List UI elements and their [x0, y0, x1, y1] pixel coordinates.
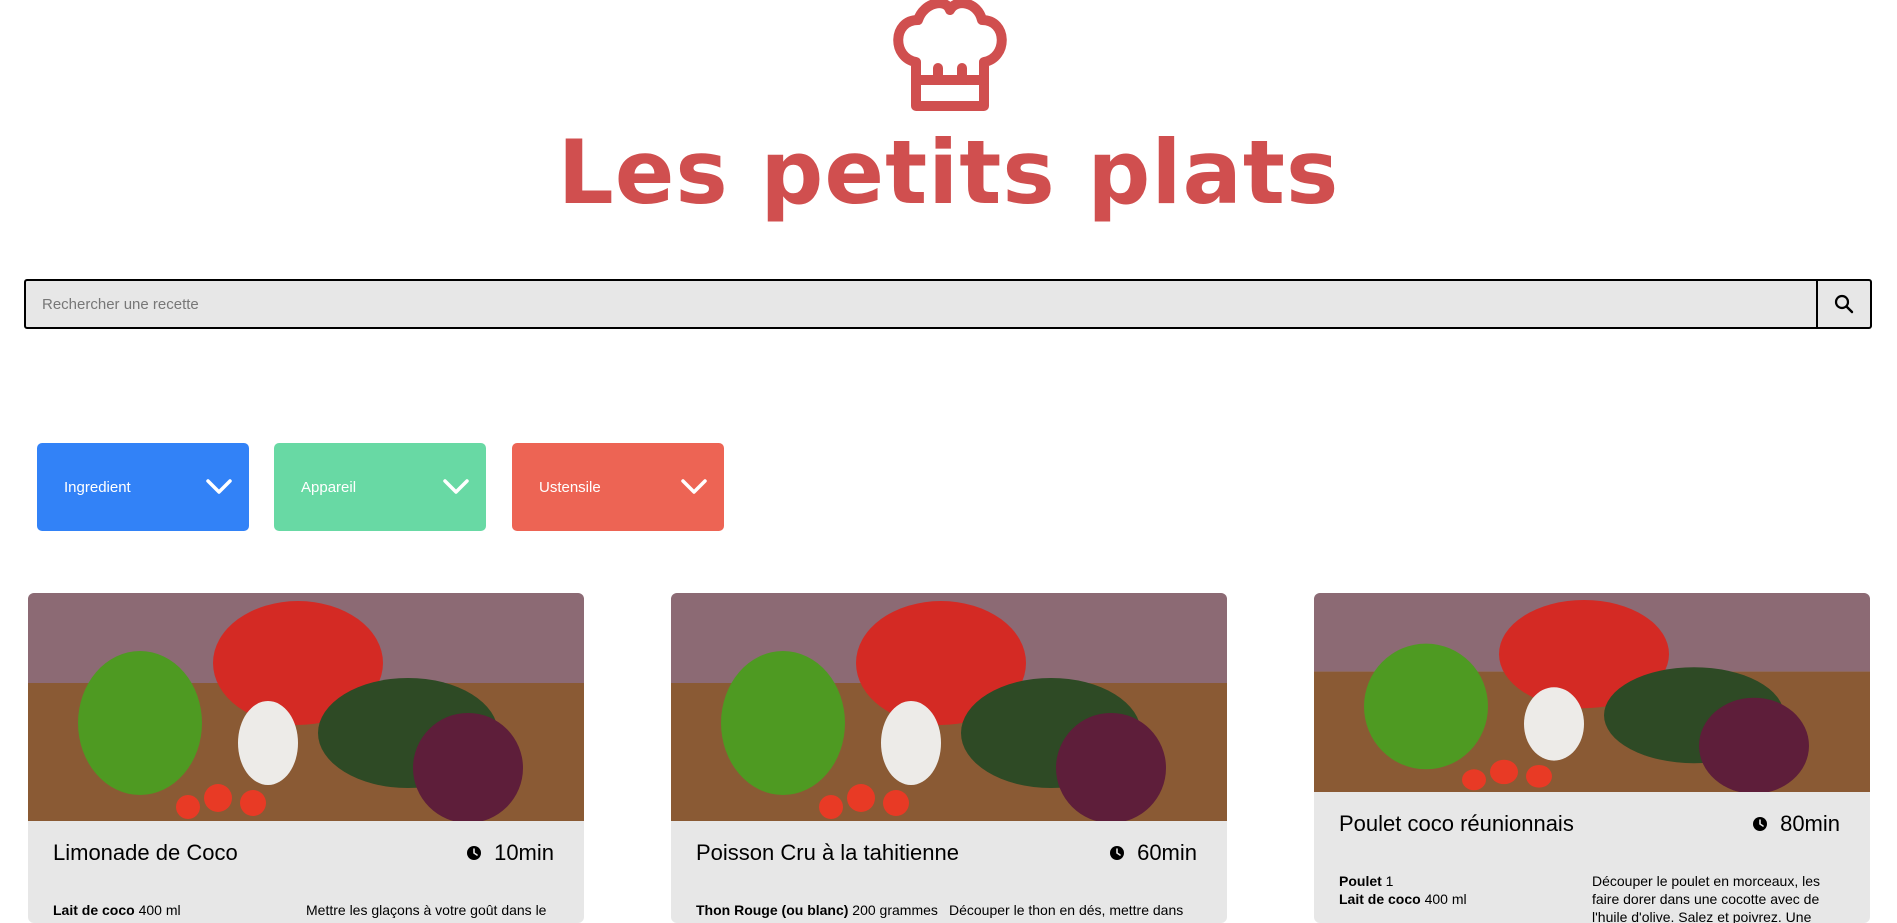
- ingredient-name: Poulet: [1339, 873, 1382, 889]
- recipe-image: [671, 593, 1227, 821]
- recipe-card[interactable]: Poisson Cru à la tahitienne 60min Thon R…: [671, 593, 1227, 923]
- recipe-card[interactable]: Poulet coco réunionnais 80min Poulet 1 L…: [1314, 593, 1870, 923]
- ingredient-name: Thon Rouge (ou blanc): [696, 902, 849, 918]
- clock-icon: [1753, 817, 1768, 831]
- recipe-time-value: 60min: [1137, 840, 1197, 865]
- ingredient-quantity: 400 ml: [1420, 891, 1467, 907]
- clock-icon: [1110, 846, 1125, 860]
- ingredient-name: Lait de coco: [53, 902, 135, 918]
- filter-ustensile-label: Ustensile: [539, 478, 601, 496]
- search-input[interactable]: [26, 281, 1816, 327]
- chef-hat-icon: [893, 0, 1007, 111]
- recipe-title: Poulet coco réunionnais: [1339, 811, 1574, 836]
- search-button[interactable]: [1816, 281, 1870, 327]
- ingredient-item: Thon Rouge (ou blanc) 200 grammes: [696, 901, 941, 919]
- logo-title: Les petits plats: [557, 121, 1340, 224]
- chevron-down-icon: [443, 479, 469, 494]
- recipe-description: Mettre les glaçons à votre goût dans le: [306, 902, 547, 918]
- filter-ingredient[interactable]: Ingredient: [37, 443, 249, 531]
- ingredient-name: Lait de coco: [1339, 891, 1421, 907]
- recipe-description: Découper le poulet en morceaux, les fair…: [1592, 873, 1821, 923]
- recipe-ingredients: Poulet 1 Lait de coco 400 ml: [1339, 872, 1584, 908]
- ingredient-item: Lait de coco 400 ml: [53, 901, 298, 919]
- ingredient-quantity: 400 ml: [134, 902, 181, 918]
- recipe-title: Limonade de Coco: [53, 840, 238, 865]
- chevron-down-icon: [681, 479, 707, 494]
- chevron-down-icon: [206, 479, 232, 494]
- filter-ustensile[interactable]: Ustensile: [512, 443, 724, 531]
- ingredient-item: Poulet 1: [1339, 872, 1584, 890]
- filter-appareil[interactable]: Appareil: [274, 443, 486, 531]
- recipe-time: 10min: [466, 839, 554, 867]
- recipe-ingredients: Lait de coco 400 ml: [53, 901, 298, 919]
- search-icon: [1834, 294, 1854, 314]
- ingredient-item: Lait de coco 400 ml: [1339, 890, 1584, 908]
- ingredient-quantity: 200 grammes: [848, 902, 938, 918]
- recipe-image: [1314, 593, 1870, 792]
- filter-appareil-label: Appareil: [301, 478, 357, 496]
- search-bar: [24, 279, 1872, 329]
- recipe-card[interactable]: Limonade de Coco 10min Lait de coco 400 …: [28, 593, 584, 923]
- recipe-description: Découper le thon en dés, mettre dans: [949, 902, 1184, 918]
- recipe-image: [28, 593, 584, 821]
- recipe-time-value: 10min: [494, 840, 554, 865]
- recipe-time-value: 80min: [1780, 811, 1840, 836]
- recipe-title: Poisson Cru à la tahitienne: [696, 840, 959, 865]
- recipe-time: 80min: [1752, 810, 1840, 838]
- ingredient-quantity: 1: [1381, 873, 1394, 889]
- clock-icon: [467, 846, 482, 860]
- recipe-time: 60min: [1109, 839, 1197, 867]
- filter-ingredient-label: Ingredient: [64, 478, 131, 496]
- recipe-ingredients: Thon Rouge (ou blanc) 200 grammes: [696, 901, 941, 919]
